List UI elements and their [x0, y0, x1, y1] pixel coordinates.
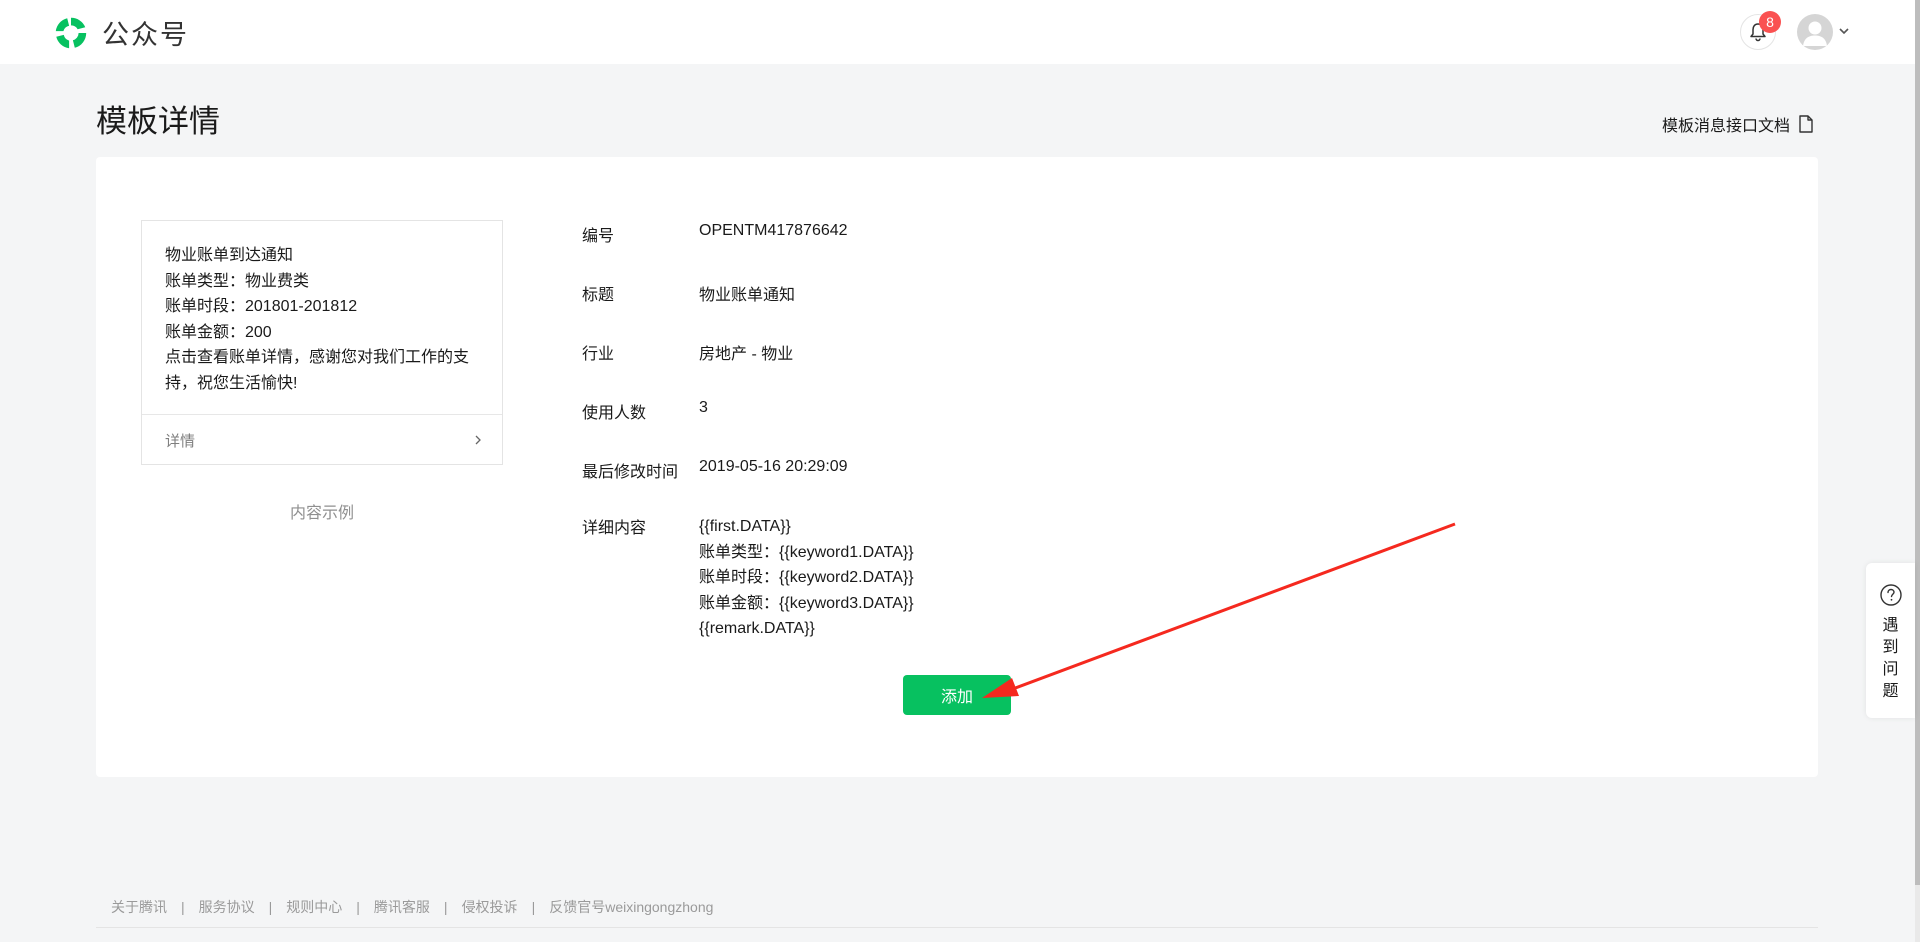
notification-button[interactable]: 8 — [1740, 11, 1781, 50]
detail-label: 行业 — [582, 346, 615, 363]
footer-link-service-agreement[interactable]: 服务协议 — [199, 897, 255, 917]
footer-separator: | — [443, 899, 448, 915]
preview-caption: 内容示例 — [289, 505, 354, 522]
detail-value-modified: 2019-05-16 20:29:09 — [699, 458, 848, 475]
document-icon — [1799, 115, 1813, 133]
preview-line: 账单类型：物业费类 — [165, 272, 310, 290]
top-bar: 公众号 8 — [0, 0, 1915, 64]
footer-separator: | — [268, 899, 273, 915]
footer-separator: | — [356, 899, 360, 915]
preview-line: 物业账单到达通知 — [165, 247, 294, 264]
detail-value-usage: 3 — [699, 399, 708, 416]
footer-link-feedback[interactable]: 反馈官号weixingongzhong — [549, 897, 713, 917]
content-line: 账单时段：{{keyword2.DATA}} — [699, 569, 914, 586]
content-line: {{first.DATA}} — [699, 518, 791, 535]
footer-separator: | — [531, 899, 536, 915]
detail-value-content: {{first.DATA}} 账单类型：{{keyword1.DATA}} 账单… — [699, 514, 914, 642]
scrollbar-thumb[interactable] — [1915, 0, 1920, 885]
detail-row-industry: 行业 房地产 - 物业 — [582, 340, 793, 364]
detail-value-id: OPENTM417876642 — [699, 222, 848, 239]
content-line: 账单类型：{{keyword1.DATA}} — [699, 543, 914, 561]
detail-row-content: 详细内容 {{first.DATA}} 账单类型：{{keyword1.DATA… — [582, 514, 914, 642]
footer-divider — [96, 927, 1818, 928]
preview-details-label: 详情 — [165, 432, 196, 450]
user-avatar-icon — [1803, 21, 1827, 46]
footer-link-support[interactable]: 腾讯客服 — [374, 897, 430, 917]
content-line: {{remark.DATA}} — [699, 620, 815, 637]
page-title: 模板详情 — [96, 104, 220, 139]
content-line: 账单金额：{{keyword3.DATA}} — [699, 594, 914, 612]
footer-link-infringement[interactable]: 侵权投诉 — [462, 897, 518, 917]
detail-value-industry: 房地产 - 物业 — [699, 346, 794, 363]
detail-label: 使用人数 — [582, 405, 647, 422]
chevron-down-icon[interactable] — [1838, 26, 1850, 36]
api-doc-link-label: 模板消息接口文档 — [1662, 118, 1791, 135]
add-button[interactable]: 添加 — [903, 675, 1011, 715]
footer-link-rules[interactable]: 规则中心 — [286, 897, 342, 917]
detail-row-title: 标题 物业账单通知 — [582, 281, 795, 305]
detail-label: 详细内容 — [582, 520, 647, 537]
detail-label: 标题 — [582, 287, 615, 304]
avatar[interactable] — [1797, 14, 1833, 50]
preview-line: 账单时段：201801-201812 — [165, 298, 358, 315]
detail-label: 编号 — [582, 228, 615, 245]
question-circle-icon — [1879, 584, 1902, 606]
detail-row-id: 编号 OPENTM417876642 — [582, 222, 848, 246]
preview-line: 账单金额：200 — [165, 323, 272, 341]
help-label: 遇到问题 — [1882, 617, 1899, 700]
preview-body: 物业账单到达通知 账单类型：物业费类 账单时段：201801-201812 账单… — [142, 221, 502, 412]
chevron-right-icon — [475, 435, 481, 445]
preview-line: 点击查看账单详情，感谢您对我们工作的支持，祝您生活愉快! — [165, 349, 470, 392]
app-name: 公众号 — [102, 20, 189, 50]
detail-row-modified: 最后修改时间 2019-05-16 20:29:09 — [582, 458, 848, 482]
footer-link-about[interactable]: 关于腾讯 — [111, 897, 167, 917]
logo[interactable]: 公众号 — [52, 13, 189, 52]
wechat-official-logo-icon — [55, 17, 87, 48]
notification-badge: 8 — [1759, 11, 1781, 33]
detail-value-title: 物业账单通知 — [699, 287, 796, 304]
detail-row-usage: 使用人数 3 — [582, 399, 708, 423]
footer-links: 关于腾讯 | 服务协议 | 规则中心 | 腾讯客服 | 侵权投诉 | 反馈官号w… — [111, 897, 713, 917]
api-doc-link[interactable]: 模板消息接口文档 — [1662, 112, 1814, 136]
message-preview: 物业账单到达通知 账单类型：物业费类 账单时段：201801-201812 账单… — [141, 220, 503, 465]
detail-label: 最后修改时间 — [582, 464, 679, 481]
preview-details-link[interactable]: 详情 — [142, 415, 502, 465]
footer-separator: | — [181, 899, 185, 915]
help-side-tab[interactable]: 遇到问题 — [1866, 563, 1915, 718]
